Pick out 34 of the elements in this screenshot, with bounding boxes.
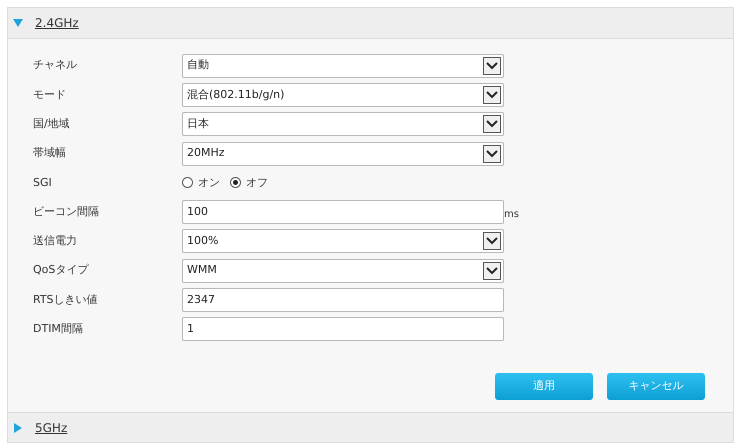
section-header[interactable]: 2.4GHz — [8, 8, 733, 38]
dropdown[interactable]: 100% — [182, 229, 504, 254]
field-label: 帯域幅 — [32, 145, 67, 162]
input-field[interactable]: 2347 — [182, 288, 504, 312]
field-label: チャネル — [32, 57, 78, 74]
radio-button[interactable] — [230, 177, 241, 188]
chevron-down-icon — [483, 86, 501, 104]
section-title[interactable]: 5GHz — [35, 418, 68, 436]
dropdown[interactable]: 自動 — [182, 54, 504, 78]
dropdown[interactable]: WMM — [182, 258, 504, 283]
input-field[interactable]: 100 — [182, 200, 504, 224]
radio-label: オフ — [246, 174, 268, 191]
field-label: 送信電力 — [32, 233, 78, 250]
field-label: RTSしきい値 — [32, 292, 99, 308]
field-label: SGI — [32, 174, 53, 191]
input-field[interactable]: 1 — [182, 317, 504, 342]
dropdown[interactable]: 日本 — [182, 112, 504, 136]
chevron-down-icon — [483, 144, 501, 163]
field-label: DTIM間隔 — [32, 321, 84, 338]
chevron-down-icon — [483, 232, 501, 250]
section-header[interactable]: 5GHz — [8, 412, 733, 442]
chevron-down-icon — [483, 262, 501, 280]
field-label: ビーコン間隔 — [32, 204, 100, 220]
field-label: QoSタイプ — [32, 262, 90, 278]
radio-button[interactable] — [182, 177, 193, 188]
section-title[interactable]: 2.4GHz — [35, 14, 79, 32]
dropdown[interactable]: 混合(802.11b/g/n) — [182, 82, 504, 107]
unit-label: ms — [504, 208, 519, 222]
chevron-down-icon — [483, 56, 501, 75]
dropdown[interactable]: 20MHz — [182, 142, 504, 166]
field-label: モード — [32, 86, 67, 103]
radio-label: オン — [198, 174, 220, 191]
chevron-down-icon — [483, 115, 501, 134]
field-label: 国/地域 — [32, 116, 71, 132]
